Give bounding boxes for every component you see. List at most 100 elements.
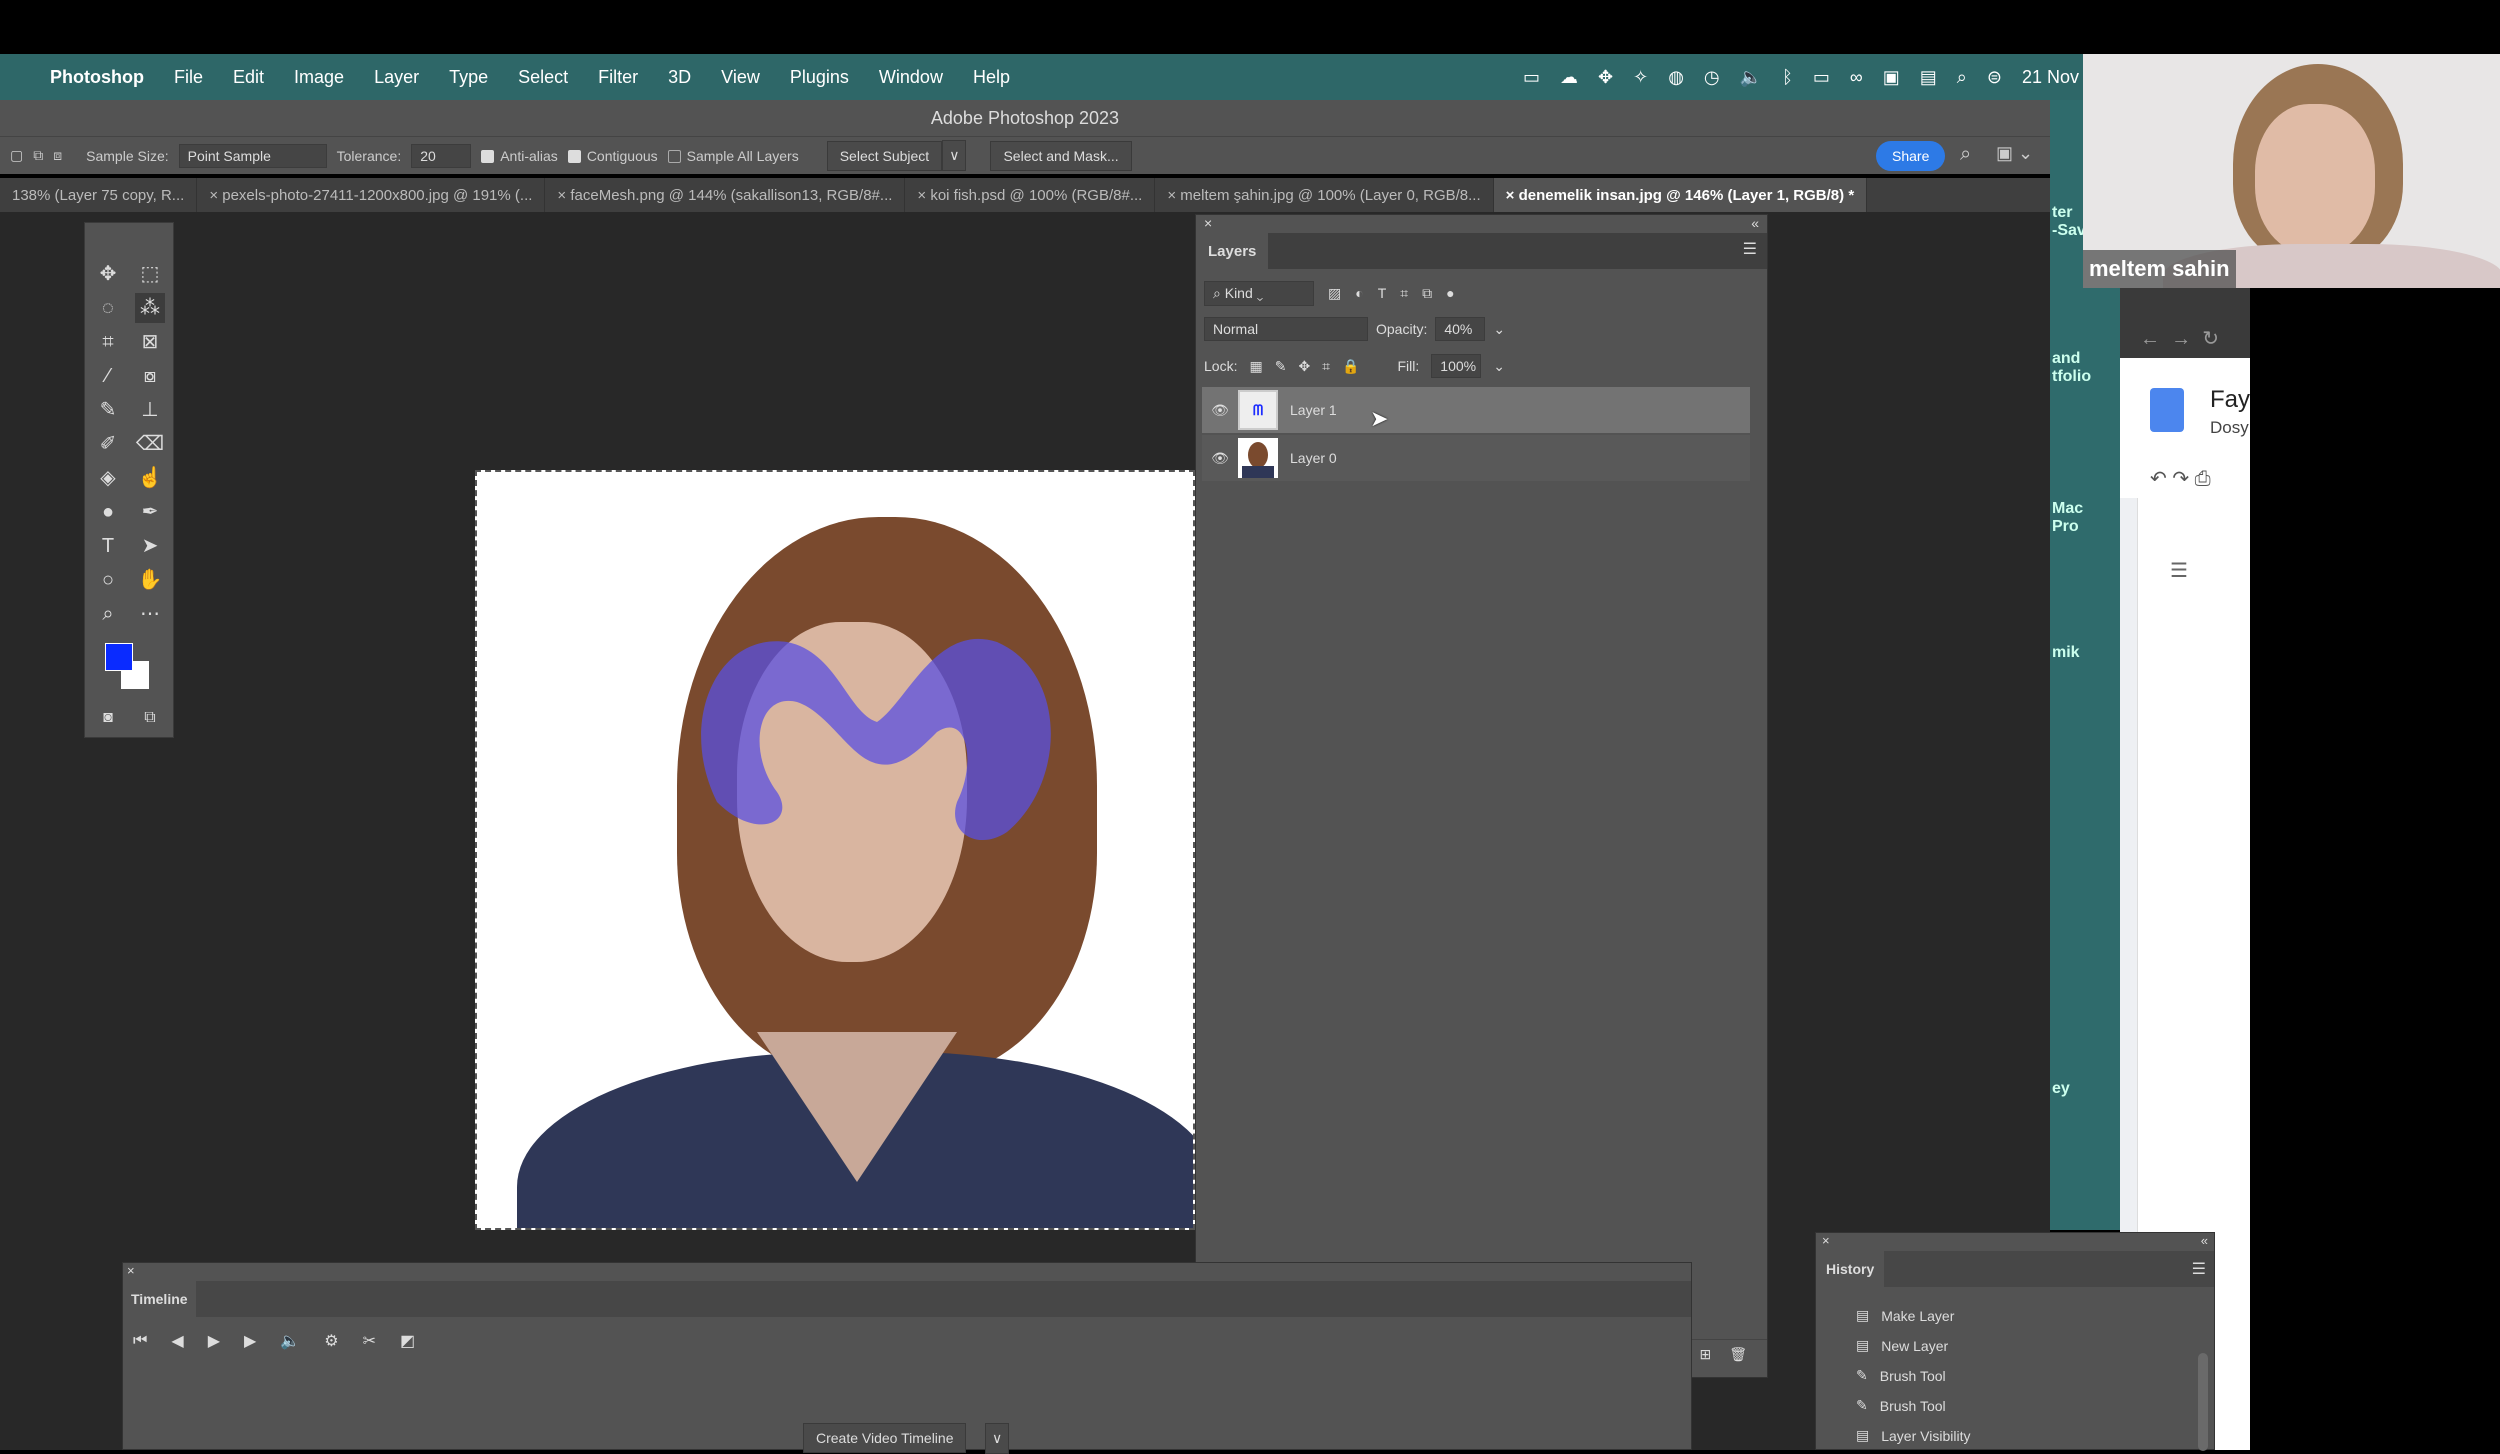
menu-layer[interactable]: Layer (374, 67, 419, 88)
sample-all-checkbox[interactable]: Sample All Layers (667, 148, 799, 164)
search-icon[interactable]: ⌕ (1957, 67, 1967, 88)
layer-row-layer-0[interactable]: 👁 Layer 0 (1202, 435, 1750, 481)
lock-transparent-icon[interactable]: ▦ (1249, 358, 1262, 375)
visibility-eye-icon[interactable]: 👁 (1202, 450, 1238, 467)
filter-toggle[interactable]: ● (1446, 285, 1454, 301)
frame-tool-icon[interactable]: ⊠ (135, 327, 165, 357)
play-icon[interactable]: ▶ (208, 1331, 220, 1351)
magic-wand-tool-icon[interactable]: ⁂ (135, 293, 165, 323)
reload-icon[interactable]: ↻ (2202, 328, 2219, 350)
menu-window[interactable]: Window (879, 67, 943, 88)
sync-icon[interactable]: ✧ (1633, 67, 1648, 88)
dropbox-icon[interactable]: ✥ (1598, 67, 1613, 88)
history-tab[interactable]: History (1816, 1251, 1885, 1287)
menu-view[interactable]: View (721, 67, 760, 88)
lock-position-icon[interactable]: ✥ (1298, 358, 1310, 375)
stamp-tool-icon[interactable]: ⊥ (135, 395, 165, 425)
lock-artboard-icon[interactable]: ⌗ (1322, 358, 1330, 375)
screen-icon[interactable]: ▭ (1523, 67, 1540, 88)
desktop-label[interactable]: ey (2052, 1080, 2070, 1098)
paint-bucket-icon[interactable]: ◈ (93, 463, 123, 493)
history-brush-icon[interactable]: ✐ (93, 429, 123, 459)
close-panel-icon[interactable]: × (127, 1263, 135, 1278)
fill-input[interactable]: 100% (1431, 354, 1482, 378)
history-scrollbar[interactable] (2198, 1353, 2208, 1451)
audio-icon[interactable]: 🔈 (280, 1331, 300, 1351)
opacity-input[interactable]: 40% (1435, 317, 1486, 341)
tolerance-input[interactable]: 20 (411, 143, 472, 168)
timeline-dropdown[interactable]: ∨ (985, 1423, 1010, 1454)
eraser-tool-icon[interactable]: ⌫ (135, 429, 165, 459)
cloud-icon[interactable]: ☁ (1560, 67, 1578, 88)
marquee-tool-icon[interactable]: ⬚ (135, 259, 165, 289)
menu-plugins[interactable]: Plugins (790, 67, 849, 88)
anti-alias-checkbox[interactable]: Anti-alias (481, 148, 558, 164)
collapse-panel-icon[interactable]: « (1751, 215, 1759, 231)
filter-smart-icon[interactable]: ⧉ (1422, 285, 1432, 302)
create-video-timeline-button[interactable]: Create Video Timeline (803, 1423, 967, 1453)
bluetooth-icon[interactable]: ᛒ (1782, 67, 1793, 88)
desktop-label[interactable]: and tfolio (2052, 350, 2091, 386)
smudge-tool-icon[interactable]: ☝ (135, 463, 165, 493)
tab-doc-1[interactable]: 138% (Layer 75 copy, R... (0, 178, 198, 212)
menu-filter[interactable]: Filter (598, 67, 638, 88)
panel-menu-icon[interactable]: ☰ (2192, 1259, 2206, 1279)
menu-image[interactable]: Image (294, 67, 344, 88)
close-panel-icon[interactable]: × (1204, 215, 1212, 231)
close-panel-icon[interactable]: × (1822, 1233, 1830, 1248)
app-icon[interactable]: ▣ (1883, 67, 1900, 88)
hand-tool-icon[interactable]: ✋ (135, 565, 165, 595)
battery-icon[interactable]: ▭ (1813, 67, 1830, 88)
dodge-tool-icon[interactable]: ● (93, 497, 123, 527)
menu-app[interactable]: Photoshop (50, 67, 144, 88)
undo-redo-print-icons[interactable]: ↶ ↷ ⎙ (2150, 466, 2211, 491)
menu-type[interactable]: Type (449, 67, 488, 88)
layer-row-layer-1[interactable]: 👁 ᗰ Layer 1 (1202, 387, 1750, 433)
eyedropper-tool-icon[interactable]: ⁄ (93, 361, 123, 391)
filter-adjustment-icon[interactable]: ◐ (1355, 285, 1363, 301)
time-machine-icon[interactable]: ◷ (1704, 67, 1720, 88)
select-subject-dropdown[interactable]: ∨ (942, 140, 967, 171)
select-subject-button[interactable]: Select Subject (826, 140, 943, 171)
keyboard-icon[interactable]: ▤ (1920, 67, 1937, 88)
filter-shape-icon[interactable]: ⌗ (1400, 285, 1408, 302)
settings-icon[interactable]: ⚙ (324, 1331, 338, 1351)
desktop-label[interactable]: Mac Pro (2052, 500, 2083, 536)
healing-tool-icon[interactable]: ⧇ (135, 361, 165, 391)
back-icon[interactable]: ← (2140, 328, 2160, 350)
tab-doc-5[interactable]: × meltem şahin.jpg @ 100% (Layer 0, RGB/… (1155, 178, 1494, 212)
menu-file[interactable]: File (174, 67, 203, 88)
history-item[interactable]: ▤ Make Layer (1856, 1307, 1954, 1324)
link-icon[interactable]: ∞ (1850, 67, 1863, 88)
menu-help[interactable]: Help (973, 67, 1010, 88)
panel-menu-icon[interactable]: ☰ (1743, 239, 1757, 259)
subtract-selection-icon[interactable]: ⧈ (53, 147, 62, 164)
quick-mask-icon[interactable]: ◙ (93, 703, 123, 733)
forward-icon[interactable]: → (2171, 328, 2191, 350)
screen-mode-icon[interactable]: ⧉ (135, 703, 165, 733)
share-button[interactable]: Share (1876, 141, 1946, 171)
layers-tab[interactable]: Layers (1196, 233, 1269, 269)
fill-dropdown[interactable]: ⌄ (1493, 358, 1505, 375)
clock-date[interactable]: 21 Nov (2022, 67, 2079, 88)
tab-doc-4[interactable]: × koi fish.psd @ 100% (RGB/8#... (905, 178, 1156, 212)
filter-pixel-icon[interactable]: ▨ (1328, 285, 1341, 302)
menu-3d[interactable]: 3D (668, 67, 691, 88)
search-icon[interactable]: ⌕ (1960, 143, 1971, 166)
doc-menu[interactable]: Dosy (2210, 418, 2249, 438)
filter-type-icon[interactable]: T (1378, 285, 1387, 301)
path-select-icon[interactable]: ➤ (135, 531, 165, 561)
history-item[interactable]: ✎ Brush Tool (1856, 1367, 1946, 1384)
zoom-tool-icon[interactable]: ⌕ (93, 599, 123, 629)
pen-tool-icon[interactable]: ✒ (135, 497, 165, 527)
add-selection-icon[interactable]: ⧉ (33, 147, 43, 164)
foreground-color-swatch[interactable] (105, 643, 133, 671)
lasso-tool-icon[interactable]: ◌ (93, 293, 123, 323)
lock-paint-icon[interactable]: ✎ (1275, 358, 1287, 375)
history-item[interactable]: ▤ Layer Visibility (1856, 1427, 1970, 1444)
brush-tool-icon[interactable]: ✎ (93, 395, 123, 425)
desktop-label[interactable]: mik (2052, 644, 2080, 662)
type-tool-icon[interactable]: T (93, 531, 123, 561)
contiguous-checkbox[interactable]: Contiguous (567, 148, 658, 164)
history-item[interactable]: ✎ Brush Tool (1856, 1397, 1946, 1414)
